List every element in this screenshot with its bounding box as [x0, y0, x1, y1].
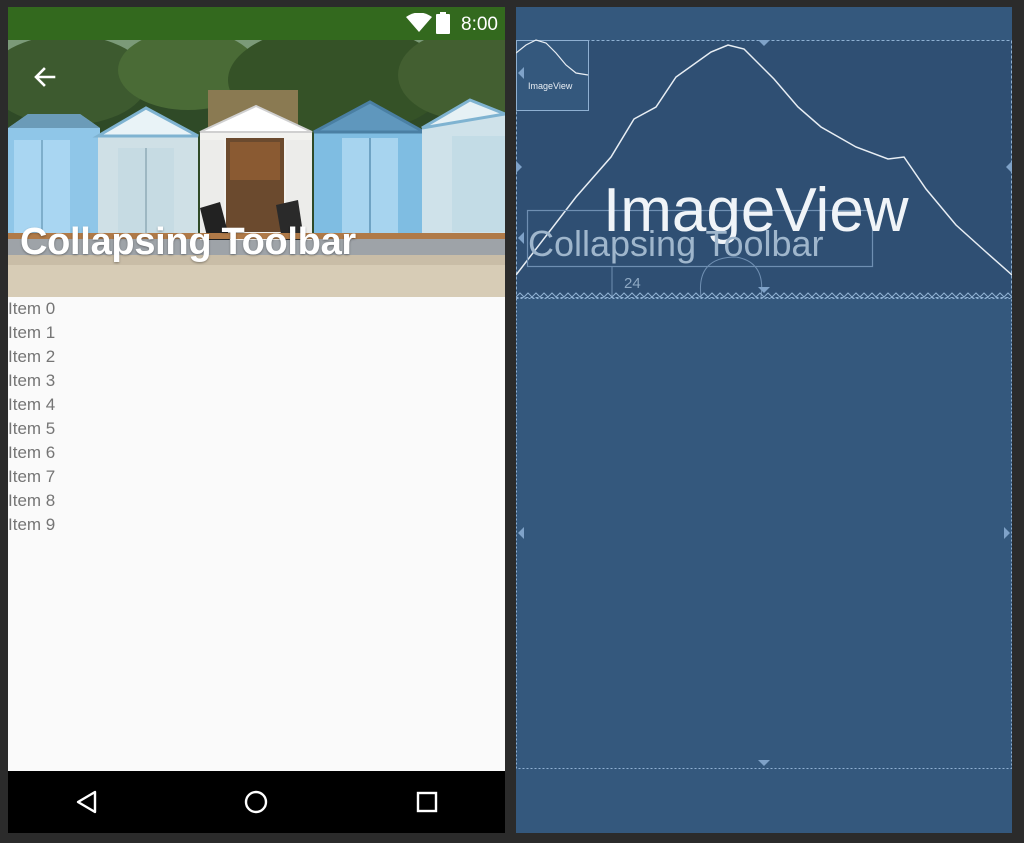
home-circle-icon[interactable] [242, 788, 270, 816]
list-item[interactable]: Item 5 [8, 417, 505, 441]
collapsing-header: Collapsing Toolbar [8, 40, 505, 297]
battery-icon [436, 12, 450, 34]
blueprint-outlines [516, 39, 1012, 769]
blueprint-toolbar-label[interactable]: Collapsing Toolbar [528, 223, 824, 265]
navigation-bar [8, 771, 505, 833]
status-time: 8:00 [461, 14, 498, 35]
list-item[interactable]: Item 0 [8, 297, 505, 321]
list-item[interactable]: Item 8 [8, 489, 505, 513]
arrow-back-icon[interactable] [32, 64, 58, 90]
device-preview: 8:00 Collapsing Toolbar Item 0 Item 1 It… [8, 7, 505, 833]
item-list: Item 0 Item 1 Item 2 Item 3 Item 4 Item … [8, 297, 505, 537]
status-bar: 8:00 [8, 7, 505, 40]
back-triangle-icon[interactable] [73, 788, 101, 816]
recents-square-icon[interactable] [413, 788, 441, 816]
blueprint-small-imageview-label: ImageView [528, 81, 573, 91]
list-item[interactable]: Item 1 [8, 321, 505, 345]
list-item[interactable]: Item 2 [8, 345, 505, 369]
wifi-icon [406, 13, 432, 32]
list-item[interactable]: Item 9 [8, 513, 505, 537]
blueprint-margin-label: 24 [624, 275, 641, 292]
toolbar-title: Collapsing Toolbar [20, 221, 356, 263]
list-item[interactable]: Item 7 [8, 465, 505, 489]
list-item[interactable]: Item 6 [8, 441, 505, 465]
list-item[interactable]: Item 4 [8, 393, 505, 417]
blueprint-view: ImageView ImageView Collapsing Toolbar 2… [516, 7, 1012, 833]
list-item[interactable]: Item 3 [8, 369, 505, 393]
